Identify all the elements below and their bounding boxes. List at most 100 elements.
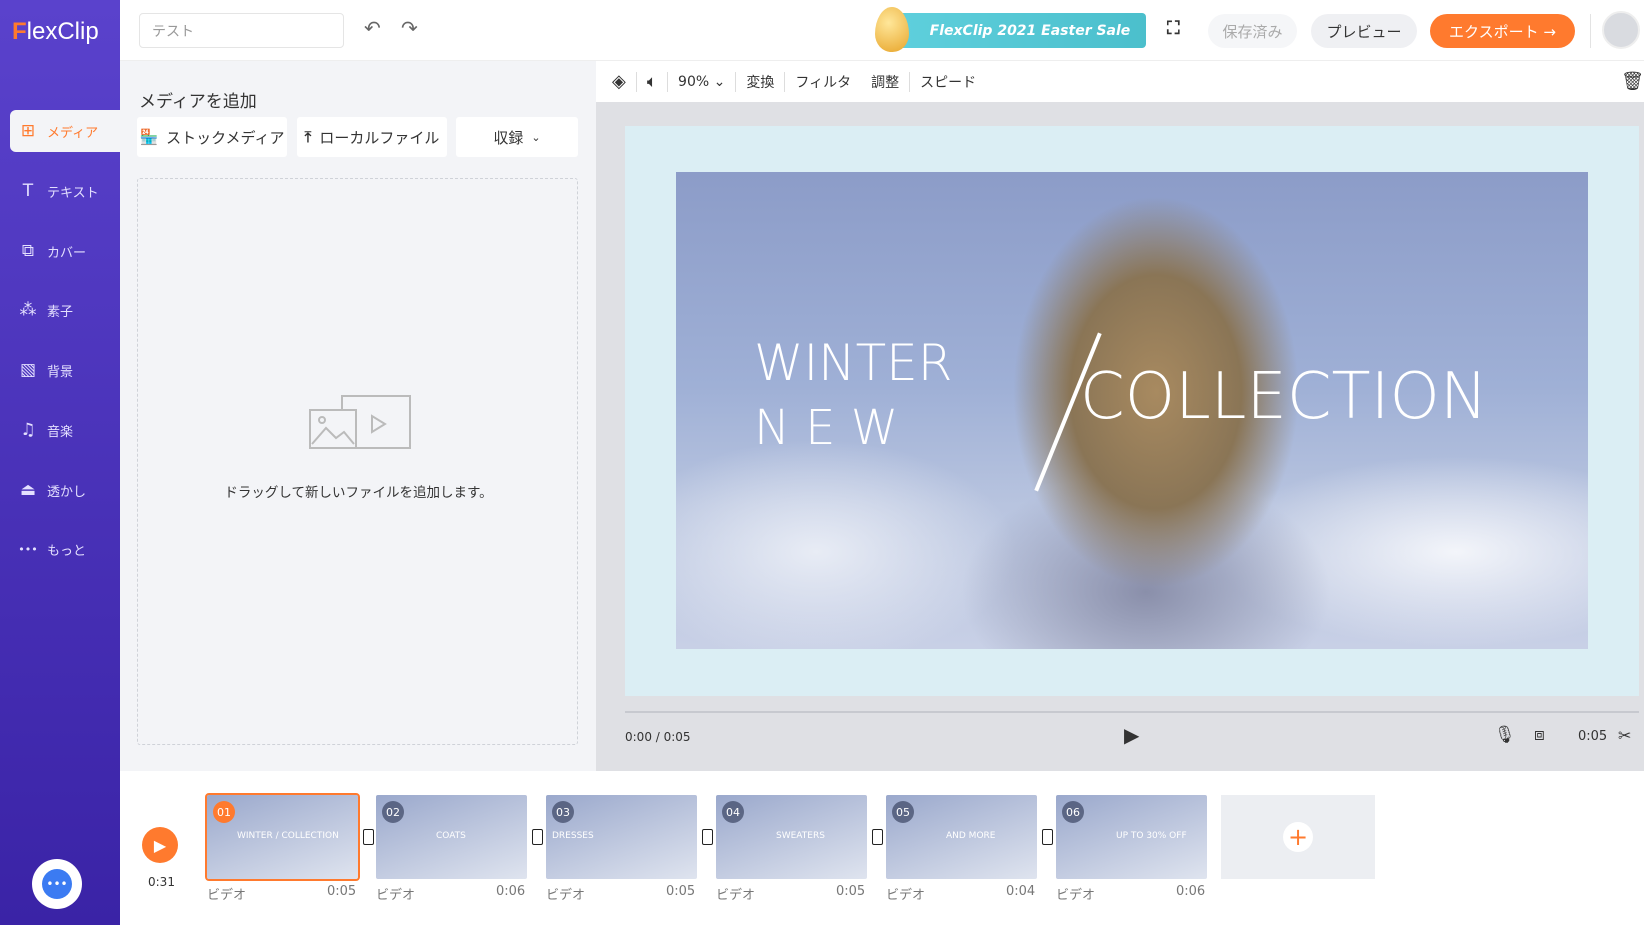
time-display: 0:00 / 0:05 <box>625 730 691 744</box>
panel-heading: メディアを追加 <box>139 92 257 112</box>
drop-zone[interactable]: ドラッグして新しいファイルを追加します。 <box>137 178 578 745</box>
play-all-button[interactable]: ▶ <box>142 827 178 863</box>
undo-icon[interactable]: ↶ <box>364 16 381 40</box>
more-icon: ••• <box>18 542 38 556</box>
timeline-clip[interactable]: 06 UP TO 30% OFF <box>1056 795 1207 879</box>
total-duration: 0:31 <box>148 875 175 889</box>
clip-type: ビデオ <box>376 888 416 903</box>
play-icon[interactable]: ▶ <box>1124 723 1139 747</box>
player-controls: 0:00 / 0:05 ▶ 🎙︎ ⧈ 0:05 ✂ <box>596 711 1644 771</box>
flexclip-logo[interactable]: FlexClip <box>12 18 99 46</box>
clip-duration: 0:06 <box>496 884 526 899</box>
chevron-down-icon: ⌄ <box>531 130 541 144</box>
transform-button[interactable]: 変換 <box>746 72 774 92</box>
export-button[interactable]: エクスポート → <box>1430 14 1575 48</box>
clip-duration: 0:05 <box>836 884 866 899</box>
text-icon: T <box>22 181 34 201</box>
sidebar-item-elements[interactable]: ⁂ 素子 <box>10 289 120 331</box>
stock-media-button[interactable]: 🏪 ストックメディア <box>137 117 287 157</box>
saved-button[interactable]: 保存済み <box>1208 14 1297 48</box>
clip-caption: WINTER / COLLECTION <box>237 831 339 841</box>
overlay-text-collection[interactable]: COLLECTION <box>1080 360 1488 434</box>
timeline-clip[interactable]: 03 DRESSES <box>546 795 697 879</box>
edit-toolbar: ◈ 🔈︎ 90% ⌄ 変換 フィルタ 調整 スピード 🗑︎ <box>596 61 1644 102</box>
sidebar-item-more[interactable]: ••• もっと <box>10 528 120 570</box>
clip-caption: SWEATERS <box>776 831 825 841</box>
add-clip-button[interactable]: + <box>1221 795 1375 879</box>
background-icon: ▧ <box>19 360 37 380</box>
clip-duration: 0:05 <box>1578 729 1608 744</box>
clip-number: 02 <box>382 801 404 823</box>
upload-icon: ⤒ <box>304 128 312 146</box>
scissors-icon[interactable]: ✂ <box>1618 726 1631 745</box>
record-dropdown[interactable]: 収録 ⌄ <box>456 117 578 157</box>
clip-caption: AND MORE <box>946 831 996 841</box>
progress-bar[interactable] <box>625 711 1639 713</box>
media-panel: メディアを追加 🏪 ストックメディア ⤒ ローカルファイル 収録 ⌄ ドラッグして新し… <box>120 61 596 771</box>
watermark-icon: ⏏ <box>19 480 37 500</box>
overlay-text-new[interactable]: N E W <box>754 400 898 456</box>
transition-button[interactable] <box>532 829 543 845</box>
timeline: ▶ 0:31 01 WINTER / COLLECTION ビデオ 0:05 0… <box>120 771 1644 925</box>
sidebar: FlexClip ⊞ メディア T テキスト ⧉ カバー ⁂ 素子 ▧ 背景 ♫ 音楽 ⏏ 透… <box>0 0 120 925</box>
sidebar-item-background[interactable]: ▧ 背景 <box>10 349 120 391</box>
clip-number: 04 <box>722 801 744 823</box>
transition-button[interactable] <box>702 829 713 845</box>
easter-egg-icon <box>875 7 909 52</box>
timeline-clip[interactable]: 04 SWEATERS <box>716 795 867 879</box>
microphone-icon[interactable]: 🎙︎ <box>1494 725 1516 745</box>
sidebar-item-media[interactable]: ⊞ メディア <box>10 110 120 152</box>
clip-type: ビデオ <box>1056 888 1096 903</box>
video-frame: WINTER N E W COLLECTION <box>676 172 1588 649</box>
chat-icon: ••• <box>42 869 72 899</box>
timeline-clip[interactable]: 01 WINTER / COLLECTION <box>205 793 360 881</box>
clip-duration: 0:06 <box>1176 884 1206 899</box>
transition-button[interactable] <box>363 829 374 845</box>
transition-button[interactable] <box>1042 829 1053 845</box>
avatar[interactable] <box>1602 11 1640 49</box>
speed-button[interactable]: スピード <box>920 72 976 92</box>
volume-icon[interactable]: 🔈︎ <box>647 72 657 92</box>
paint-bucket-icon[interactable]: ◈ <box>612 71 626 92</box>
cover-icon: ⧉ <box>21 241 35 261</box>
sidebar-item-text[interactable]: T テキスト <box>10 170 120 212</box>
overlay-text-winter[interactable]: WINTER <box>754 334 952 392</box>
drop-zone-text: ドラッグして新しいファイルを追加します。 <box>224 485 493 501</box>
timeline-clip[interactable]: 02 COATS <box>376 795 527 879</box>
filter-button[interactable]: フィルタ <box>795 72 851 92</box>
plus-icon: + <box>1283 822 1313 852</box>
redo-icon[interactable]: ↷ <box>401 16 418 40</box>
adjust-button[interactable]: 調整 <box>871 72 899 92</box>
fullscreen-icon[interactable]: ⛶ <box>1167 18 1180 39</box>
sidebar-item-watermark[interactable]: ⏏ 透かし <box>10 469 120 511</box>
clip-type: ビデオ <box>716 888 756 903</box>
split-icon[interactable]: ⧈ <box>1534 725 1545 745</box>
clip-duration: 0:04 <box>1006 884 1036 899</box>
local-file-button[interactable]: ⤒ ローカルファイル <box>297 117 447 157</box>
clip-type: ビデオ <box>207 888 247 903</box>
clip-number: 03 <box>552 801 574 823</box>
elements-icon: ⁂ <box>19 300 37 320</box>
video-canvas[interactable]: WINTER N E W COLLECTION <box>625 126 1639 696</box>
media-placeholder-icon <box>309 395 411 449</box>
top-bar: ↶ ↷ FlexClip 2021 Easter Sale ⛶ 保存済み プレビ… <box>120 0 1644 61</box>
clip-duration: 0:05 <box>666 884 696 899</box>
clip-number: 01 <box>213 801 235 823</box>
clip-type: ビデオ <box>546 888 586 903</box>
trash-icon[interactable]: 🗑︎ <box>1621 71 1644 92</box>
clip-number: 06 <box>1062 801 1084 823</box>
sidebar-item-music[interactable]: ♫ 音楽 <box>10 409 120 451</box>
easter-sale-banner[interactable]: FlexClip 2021 Easter Sale <box>889 13 1146 48</box>
timeline-clip[interactable]: 05 AND MORE <box>886 795 1037 879</box>
zoom-dropdown[interactable]: 90% ⌄ <box>678 74 725 90</box>
preview-button[interactable]: プレビュー <box>1311 14 1417 48</box>
music-icon: ♫ <box>20 420 36 440</box>
sidebar-item-cover[interactable]: ⧉ カバー <box>10 230 120 272</box>
project-title-input[interactable] <box>139 13 344 48</box>
clip-caption: UP TO 30% OFF <box>1116 831 1187 841</box>
transition-button[interactable] <box>872 829 883 845</box>
clip-number: 05 <box>892 801 914 823</box>
media-folder-icon: ⊞ <box>20 121 36 141</box>
chat-button[interactable]: ••• <box>32 859 82 909</box>
divider <box>1590 14 1591 48</box>
